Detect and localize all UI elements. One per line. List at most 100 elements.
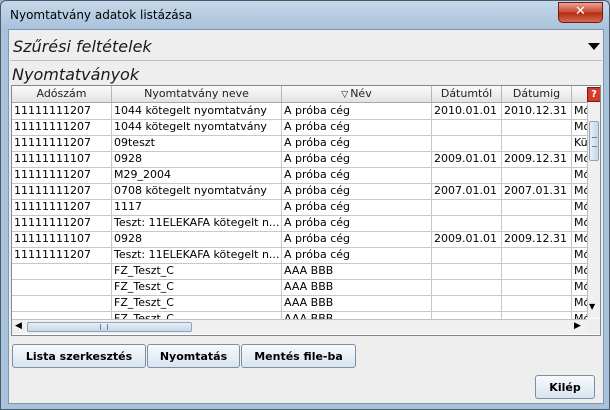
sort-desc-icon: ▽ [341, 90, 349, 100]
table-cell [502, 263, 572, 279]
horizontal-scrollbar[interactable]: ◀ ▶ [12, 319, 587, 334]
scroll-right-icon[interactable]: ▶ [574, 321, 581, 331]
table-cell: 0928 [112, 151, 282, 167]
column-header-extra[interactable] [572, 86, 587, 102]
table-cell [502, 215, 572, 231]
table-cell [502, 247, 572, 263]
window-title: Nyomtatvány adatok listázása [10, 8, 193, 22]
column-header-date-from[interactable]: Dátumtól [432, 86, 502, 102]
table-cell: Mó [574, 232, 587, 245]
table-row[interactable]: 11111111207 1044 kötegelt nyomtatvány A pr… [12, 103, 587, 120]
filter-panel-header[interactable]: Szűrési feltételek [10, 33, 602, 59]
table-cell: Teszt: 11ELEKAFA kötegelt n... [112, 215, 282, 231]
table-cell: 11111111207 [12, 135, 112, 151]
table-cell: 11111111107 [12, 231, 112, 247]
table-cell [502, 279, 572, 295]
column-header-date-to[interactable]: Dátumig [502, 86, 572, 102]
table-cell: FZ_Teszt_C [112, 263, 282, 279]
table-cell: 2009.12.31 [502, 231, 572, 247]
dialog-content: Szűrési feltételek Nyomtatványok Adószám… [8, 29, 604, 404]
edit-list-button[interactable]: Lista szerkesztés [12, 344, 146, 368]
table-cell: AAA BBB [282, 279, 432, 295]
table-cell [502, 199, 572, 215]
table-cell: 2009.01.01 [432, 231, 502, 247]
table-row[interactable]: 11111111107 0928 A próba cég 2009.01.01 2009… [12, 231, 587, 248]
table-cell: FZ_Teszt_C [112, 295, 282, 311]
table-cell [432, 295, 502, 311]
table-cell: 11111111207 [12, 103, 112, 119]
column-header-form-name[interactable]: Nyomtatvány neve [112, 86, 282, 102]
scroll-corner [587, 319, 600, 334]
horizontal-scroll-thumb[interactable] [27, 322, 192, 332]
table-cell: A próba cég [282, 151, 432, 167]
dialog-window: Nyomtatvány adatok listázása ✕ Szűrési f… [0, 0, 610, 410]
table-cell: Kü [574, 136, 587, 149]
table-cell: Mó [574, 296, 587, 309]
table-row[interactable]: 11111111207 1044 kötegelt nyomtatvány A pr… [12, 119, 587, 136]
table-cell: A próba cég [282, 119, 432, 135]
column-header-name[interactable]: ▽ Név [282, 86, 432, 102]
table-cell: 09teszt [112, 135, 282, 151]
table-cell: AAA BBB [282, 295, 432, 311]
column-header-tax-number[interactable]: Adószám [12, 86, 112, 102]
table-row[interactable]: 11111111107 0928 A próba cég 2009.01.01 2009… [12, 151, 587, 168]
table-row[interactable]: FZ_Teszt_CAAA BBB Mó [12, 279, 587, 296]
table-cell: Mó [574, 168, 587, 181]
save-to-file-button[interactable]: Mentés file-ba [241, 344, 356, 368]
table-cell [432, 279, 502, 295]
table-cell: A próba cég [282, 215, 432, 231]
table-cell: 1117 [112, 199, 282, 215]
table-row[interactable]: FZ_Teszt_CAAA BBB Mó [12, 295, 587, 312]
table-cell: Mó [574, 104, 587, 117]
table-cell [432, 263, 502, 279]
table-cell [432, 247, 502, 263]
table-cell: A próba cég [282, 199, 432, 215]
table-row[interactable]: 11111111207 09teszt A próba cég Kü [12, 135, 587, 152]
table-cell: 2007.01.01 [432, 183, 502, 199]
table-cell: 11111111107 [12, 151, 112, 167]
table-cell: 11111111207 [12, 167, 112, 183]
close-button[interactable]: ✕ [558, 2, 603, 23]
table-row[interactable]: 11111111207 Teszt: 11ELEKAFA kötegelt n..… [12, 215, 587, 232]
table-cell [502, 119, 572, 135]
table-cell: Mó [574, 152, 587, 165]
expand-arrow-icon[interactable] [588, 43, 600, 50]
table-row[interactable]: 11111111207 Teszt: 11ELEKAFA kötegelt n..… [12, 247, 587, 264]
table-row[interactable]: 11111111207M29_2004A próba cég Mó [12, 167, 587, 184]
table-cell: Mó [574, 120, 587, 133]
divider [10, 60, 602, 61]
table-row[interactable]: FZ_Teszt_CAAA BBB Mó [12, 263, 587, 280]
title-bar[interactable]: Nyomtatvány adatok listázása ✕ [1, 1, 609, 29]
table-cell: Mó [574, 216, 587, 229]
table-cell [432, 167, 502, 183]
table-cell: 2007.01.31 [502, 183, 572, 199]
close-icon: ✕ [575, 4, 586, 19]
table-cell: 2010.12.31 [502, 103, 572, 119]
table-cell: 11111111207 [12, 199, 112, 215]
table-cell: 11111111207 [12, 215, 112, 231]
table-cell: 2010.01.01 [432, 103, 502, 119]
table-cell: Mó [574, 280, 587, 293]
vertical-scroll-thumb[interactable] [589, 121, 599, 161]
table-cell [12, 263, 112, 279]
scroll-left-icon[interactable]: ◀ [15, 321, 22, 331]
table-cell [432, 215, 502, 231]
exit-button[interactable]: Kilép [535, 375, 595, 399]
table-cell: 0928 [112, 231, 282, 247]
table-cell: A próba cég [282, 247, 432, 263]
table-cell [502, 167, 572, 183]
table-row[interactable]: 11111111207 0708 kötegelt nyomtatvány A pr… [12, 183, 587, 200]
table-cell [502, 135, 572, 151]
scroll-down-icon[interactable]: ▼ [589, 302, 595, 311]
table-cell [432, 135, 502, 151]
table-cell: A próba cég [282, 167, 432, 183]
table-cell: 0708 kötegelt nyomtatvány [112, 183, 282, 199]
table-cell: A próba cég [282, 135, 432, 151]
help-icon[interactable]: ? [587, 87, 600, 102]
table-cell: Mó [574, 200, 587, 213]
table-cell: 2009.12.31 [502, 151, 572, 167]
vertical-scrollbar[interactable]: ▼ [587, 102, 600, 318]
table-row[interactable]: 111111112071117A próba cég Mó [12, 199, 587, 216]
table-cell: Mó [574, 264, 587, 277]
print-button[interactable]: Nyomtatás [147, 344, 240, 368]
